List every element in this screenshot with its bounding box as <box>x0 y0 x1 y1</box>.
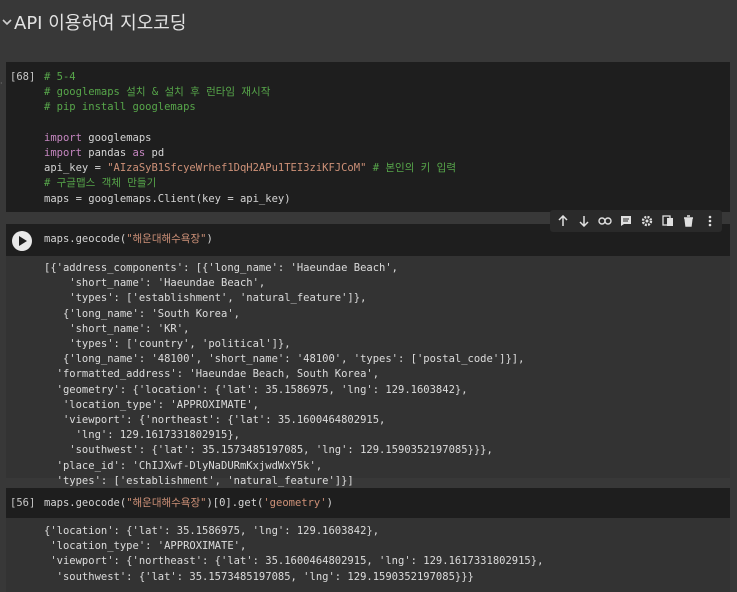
code-line: # 5-4 <box>44 70 456 85</box>
code-line: import googlemaps <box>44 131 456 146</box>
output-line: 'location_type': 'APPROXIMATE', <box>44 540 247 553</box>
code-token: "AIzaSyB1SfcyeWrhef1DqH2APu1TEI3ziKFJCoM… <box>107 162 367 175</box>
output-line: 'southwest': {'lat': 35.1573485197085, '… <box>44 570 474 583</box>
arrow-up-icon[interactable] <box>554 212 572 230</box>
code-token: "해운대해수욕장" <box>126 497 207 509</box>
output-line: 'geometry': {'location': {'lat': 35.1586… <box>44 383 468 396</box>
output-line: 'short_name': 'KR', <box>44 322 190 335</box>
execution-count: [56] <box>10 497 36 509</box>
run-cell-button[interactable] <box>12 231 32 251</box>
code-token: # pip install googlemaps <box>44 101 196 114</box>
cell-gutter-mark: · <box>0 79 3 88</box>
code-line: maps.geocode("해운대해수욕장") <box>44 232 213 247</box>
code-token: # 구글맵스 객체 만들기 <box>44 177 157 190</box>
code-token: )[0].get( <box>206 497 264 509</box>
link-icon[interactable] <box>596 212 614 230</box>
output-line: 'types': ['country', 'political']}, <box>44 338 291 351</box>
section-title: API 이용하여 지오코딩 <box>14 13 187 34</box>
chevron-down-icon[interactable] <box>0 17 14 27</box>
output-text: [{'address_components': [{'long_name': '… <box>44 261 524 489</box>
code-cell-1[interactable]: [68] # 5-4 # googlemaps 설치 & 설치 후 런타임 재시작… <box>6 62 730 212</box>
output-line: 'formatted_address': 'Haeundae Beach, So… <box>44 368 380 381</box>
cell-toolbar <box>550 210 722 232</box>
code-token: googlemaps <box>81 131 152 144</box>
code-editor[interactable]: maps.geocode("해운대해수욕장") <box>44 232 213 247</box>
output-line: {'location': {'lat': 35.1586975, 'lng': … <box>44 525 380 537</box>
output-line: {'long_name': 'South Korea', <box>44 307 240 320</box>
output-line: 'southwest': {'lat': 35.1573485197085, '… <box>44 444 493 457</box>
code-token: maps.geocode( <box>44 233 127 245</box>
arrow-down-icon[interactable] <box>575 212 593 230</box>
code-token: # 5-4 <box>44 71 76 83</box>
code-token: as <box>132 147 146 159</box>
code-token: import <box>44 131 82 144</box>
code-editor[interactable]: # 5-4 # googlemaps 설치 & 설치 후 런타임 재시작 # pip… <box>44 70 456 207</box>
play-icon <box>18 236 27 246</box>
output-text: {'location': {'lat': 35.1586975, 'lng': … <box>44 524 543 585</box>
output-line: 'types': ['establishment', 'natural_feat… <box>44 474 354 487</box>
code-token: "해운대해수욕장" <box>126 233 207 245</box>
code-line: # pip install googlemaps <box>44 100 456 115</box>
code-line: api_key = "AIzaSyB1SfcyeWrhef1DqH2APu1TE… <box>44 161 456 176</box>
code-cell-2[interactable]: maps.geocode("해운대해수욕장") [{'address_compo… <box>6 224 730 487</box>
code-token: maps.geocode( <box>44 497 127 509</box>
code-editor[interactable]: maps.geocode("해운대해수욕장")[0].get('geometry… <box>44 496 333 511</box>
output-line: 'location_type': 'APPROXIMATE', <box>44 398 259 411</box>
code-token: pandas <box>81 147 133 159</box>
code-line: # googlemaps 설치 & 설치 후 런타임 재시작 <box>44 85 456 100</box>
more-vert-icon[interactable] <box>701 212 719 230</box>
code-token: maps = googlemaps.Client(key = api_key) <box>44 192 291 205</box>
code-token: # 본인의 키 입력 <box>372 162 456 175</box>
code-line: # 구글맵스 객체 만들기 <box>44 176 456 191</box>
code-line: import pandas as pd <box>44 146 456 161</box>
code-token: pd <box>145 147 165 159</box>
trash-icon[interactable] <box>680 212 698 230</box>
section-header[interactable]: API 이용하여 지오코딩 <box>0 6 737 38</box>
code-token: import <box>44 147 82 159</box>
output-line: 'viewport': {'northeast': {'lat': 35.160… <box>44 414 386 427</box>
code-token: 'geometry' <box>263 497 327 509</box>
execution-count: [68] <box>10 71 36 83</box>
gear-icon[interactable] <box>638 212 656 230</box>
code-line: maps = googlemaps.Client(key = api_key) <box>44 192 456 207</box>
output-line: 'place_id': 'ChIJXwf-DlyNaDURmKxjwdWxY5k… <box>44 459 323 472</box>
output-line: 'types': ['establishment', 'natural_feat… <box>44 292 367 305</box>
code-cell-3[interactable]: [56] maps.geocode("해운대해수욕장")[0].get('geo… <box>6 488 730 592</box>
code-token: ) <box>206 233 213 245</box>
code-token: api_key = <box>44 162 108 175</box>
mirror-icon[interactable] <box>659 212 677 230</box>
comment-icon[interactable] <box>617 212 635 230</box>
cell-input-area[interactable]: [56] maps.geocode("해운대해수욕장")[0].get('geo… <box>6 488 730 518</box>
cell-output: [{'address_components': [{'long_name': '… <box>6 256 730 487</box>
output-line: 'lng': 129.1617331802915}, <box>44 429 240 442</box>
code-line: maps.geocode("해운대해수욕장")[0].get('geometry… <box>44 496 333 511</box>
output-line: {'long_name': '48100', 'short_name': '48… <box>44 353 525 366</box>
code-token: ) <box>326 497 333 509</box>
code-token: # googlemaps 설치 & 설치 후 런타임 재시작 <box>44 86 271 99</box>
output-line: 'short_name': 'Haeundae Beach', <box>44 277 266 290</box>
output-line: [{'address_components': [{'long_name': '… <box>44 262 399 274</box>
cell-output: {'location': {'lat': 35.1586975, 'lng': … <box>6 518 730 592</box>
output-line: 'viewport': {'northeast': {'lat': 35.160… <box>44 555 544 568</box>
